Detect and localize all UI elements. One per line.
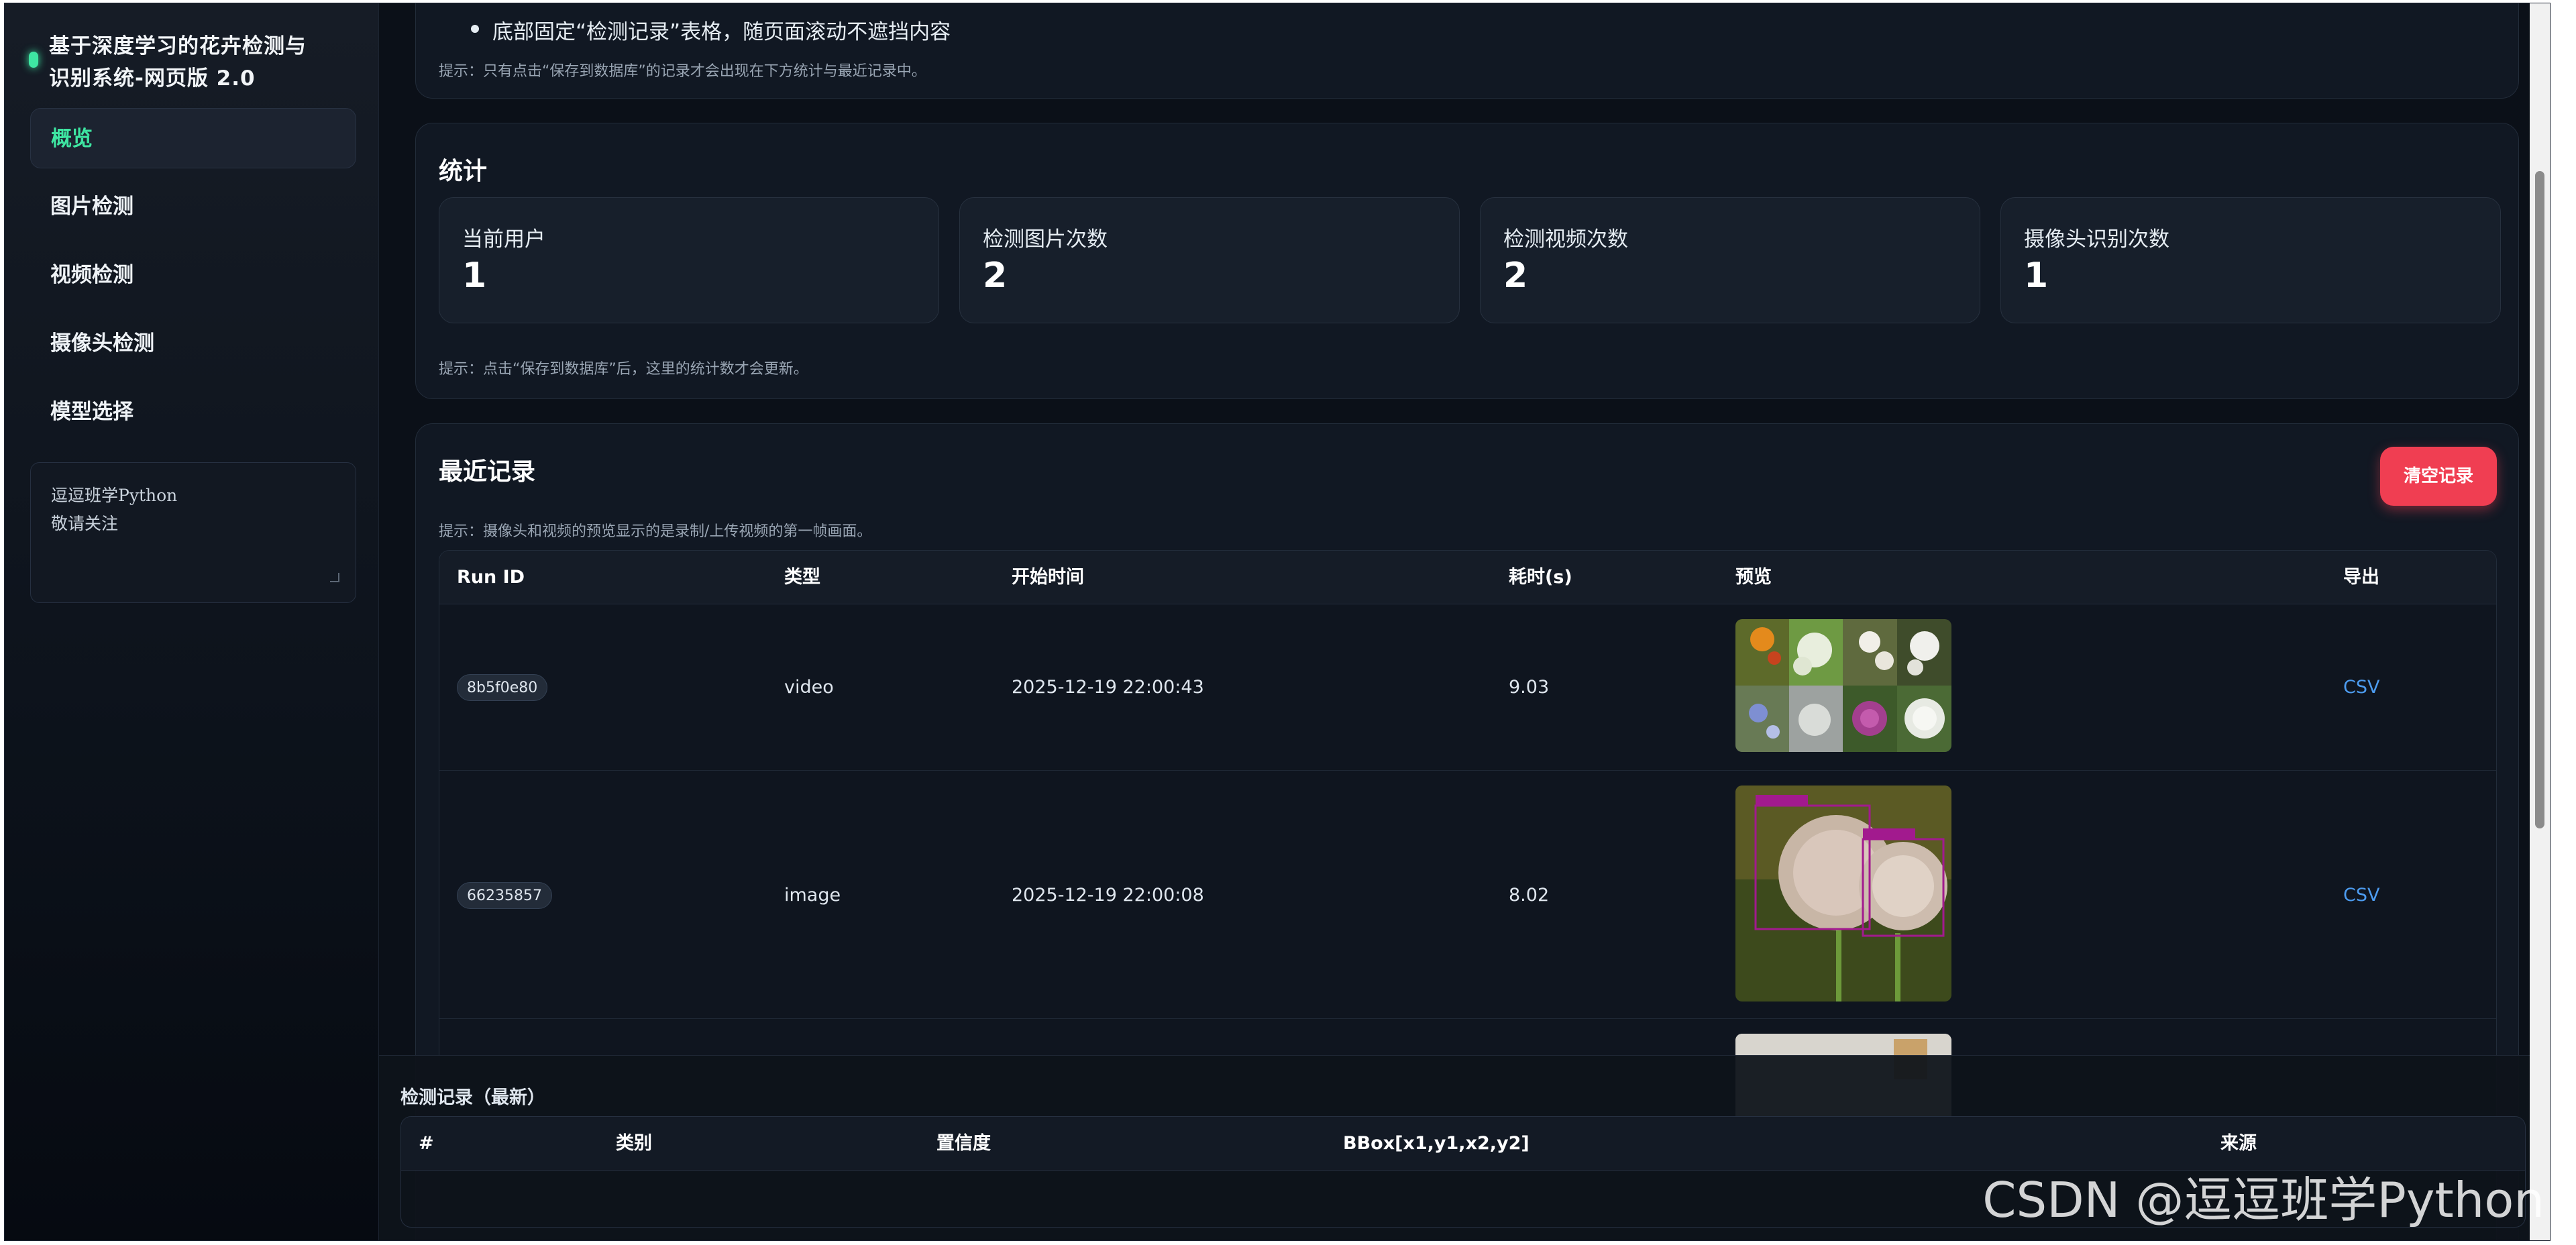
stat-camera-count: 摄像头识别次数 1 (2000, 197, 2501, 323)
nav-item-model-select[interactable]: 模型选择 (30, 382, 356, 442)
row-cost: 8.02 (1509, 885, 1550, 906)
col-start-time: 开始时间 (1012, 567, 1084, 588)
run-id-badge: 8b5f0e80 (457, 674, 548, 701)
records-table-header: Run ID 类型 开始时间 耗时(s) 预览 导出 (439, 551, 2496, 604)
nav-item-camera-detect[interactable]: 摄像头检测 (30, 313, 356, 374)
page-scrollbar[interactable] (2530, 3, 2550, 1240)
run-id-badge: 66235857 (457, 882, 552, 909)
stat-video-count: 检测视频次数 2 (1480, 197, 1980, 323)
col-index: # (419, 1133, 434, 1154)
col-confidence: 置信度 (936, 1133, 991, 1154)
watermark-text: CSDN @逗逗班学Python (1982, 1172, 2544, 1228)
nav-item-video-detect[interactable]: 视频检测 (30, 245, 356, 305)
col-preview: 预览 (1735, 567, 1772, 588)
sidebar: 基于深度学习的花卉检测与 识别系统-网页版 2.0 概览 图片检测 视频检测 摄… (5, 3, 379, 1240)
flower-collage-image (1735, 619, 1951, 752)
brand: 基于深度学习的花卉检测与 识别系统-网页版 2.0 (29, 30, 364, 95)
intro-bullet: 底部固定“检测记录”表格，随页面滚动不遮挡内容 (470, 15, 951, 45)
nav-item-overview[interactable]: 概览 (30, 108, 356, 168)
records-title: 最近记录 (439, 458, 536, 486)
row-cost: 9.03 (1509, 677, 1550, 698)
col-export: 导出 (2343, 567, 2379, 588)
export-csv-link[interactable]: CSV (2343, 677, 2379, 698)
col-class: 类别 (616, 1133, 652, 1154)
nav-item-image-detect[interactable]: 图片检测 (30, 176, 356, 237)
row-type: image (784, 885, 841, 906)
col-run-id: Run ID (457, 567, 525, 588)
row-start-time: 2025-12-19 22:00:08 (1012, 885, 1204, 906)
status-dot-icon (29, 52, 38, 68)
preview-thumbnail[interactable] (1735, 619, 1951, 752)
allium-flower-image (1735, 786, 1951, 1002)
app-title: 基于深度学习的花卉检测与 识别系统-网页版 2.0 (49, 34, 307, 91)
intro-card: 底部固定“检测记录”表格，随页面滚动不遮挡内容 提示：只有点击“保存到数据库”的… (415, 3, 2519, 99)
preview-thumbnail[interactable] (1735, 786, 1951, 1002)
resize-grip-icon[interactable] (330, 573, 339, 582)
table-row: 66235857 image 2025-12-19 22:00:08 8.02 (439, 771, 2496, 1019)
export-csv-link[interactable]: CSV (2343, 885, 2379, 906)
col-bbox: BBox[x1,y1,x2,y2] (1343, 1133, 1529, 1154)
stats-card: 统计 当前用户 1 检测图片次数 2 检测视频次数 2 摄像头识别次数 1 提示… (415, 123, 2519, 399)
col-type: 类型 (784, 567, 820, 588)
stats-title: 统计 (439, 158, 488, 185)
row-start-time: 2025-12-19 22:00:43 (1012, 677, 1204, 698)
intro-tip: 提示：只有点击“保存到数据库”的记录才会出现在下方统计与最近记录中。 (439, 63, 926, 80)
main-content: 底部固定“检测记录”表格，随页面滚动不遮挡内容 提示：只有点击“保存到数据库”的… (379, 3, 2547, 1240)
records-tip: 提示：摄像头和视频的预览显示的是录制/上传视频的第一帧画面。 (439, 523, 872, 540)
stat-image-count: 检测图片次数 2 (959, 197, 1460, 323)
app-window: 基于深度学习的花卉检测与 识别系统-网页版 2.0 概览 图片检测 视频检测 摄… (4, 3, 2551, 1241)
col-cost: 耗时(s) (1509, 567, 1572, 588)
scrollbar-thumb[interactable] (2535, 171, 2544, 828)
table-row: 8b5f0e80 video 2025-12-19 22:00:43 9.03 (439, 604, 2496, 771)
stats-tip: 提示：点击“保存到数据库”后，这里的统计数才会更新。 (439, 361, 808, 378)
row-type: video (784, 677, 834, 698)
sidebar-nav: 概览 图片检测 视频检测 摄像头检测 模型选择 (30, 108, 356, 450)
detection-records-title: 检测记录（最新） (400, 1087, 545, 1108)
stat-current-user: 当前用户 1 (439, 197, 939, 323)
clear-records-button[interactable]: 清空记录 (2380, 447, 2497, 506)
note-textarea[interactable]: 逗逗班学Python 敬请关注 (30, 462, 356, 603)
